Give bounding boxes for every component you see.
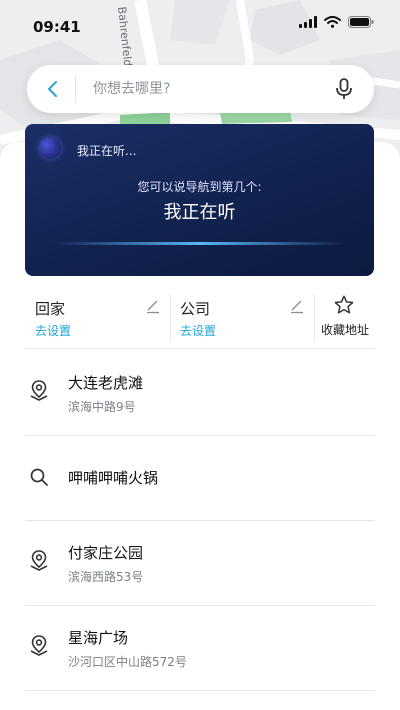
microphone-icon[interactable]	[332, 77, 356, 101]
place-name: 付家庄公园	[68, 544, 144, 562]
shortcut-work-action[interactable]: 去设置	[180, 322, 216, 339]
location-pin-icon	[30, 550, 48, 571]
voice-status: 我正在听...	[77, 144, 137, 158]
status-icons	[299, 16, 374, 28]
status-time: 09:41	[33, 18, 81, 36]
voice-main-text: 我正在听	[163, 202, 236, 223]
shortcuts-row: 回家 去设置 公司 去设置 收藏地址	[25, 286, 375, 349]
place-name: 星海广场	[68, 629, 129, 647]
edit-icon[interactable]	[145, 298, 161, 314]
shortcut-home[interactable]: 回家 去设置	[25, 286, 170, 348]
place-name: 呷哺呷哺火锅	[68, 469, 159, 487]
edit-icon[interactable]	[289, 298, 305, 314]
shortcut-work-title: 公司	[180, 300, 211, 318]
list-item[interactable]: 星海广场 沙河口区中山路572号	[25, 605, 375, 691]
voice-waveform	[55, 242, 345, 245]
location-pin-icon	[30, 380, 48, 401]
voice-hint: 您可以说导航到第几个:	[137, 180, 262, 194]
favorites-label: 收藏地址	[320, 323, 369, 337]
star-icon	[334, 295, 354, 314]
location-pin-icon	[30, 635, 48, 656]
list-item[interactable]: 付家庄公园 滨海西路53号	[25, 520, 375, 606]
signal-icon	[299, 16, 317, 28]
search-divider	[75, 75, 76, 103]
shortcut-home-title: 回家	[35, 300, 66, 318]
status-bar: 09:41	[0, 0, 400, 52]
search-bar	[27, 65, 374, 113]
place-name: 大连老虎滩	[68, 374, 144, 392]
search-input[interactable]	[93, 77, 323, 101]
favorites-button[interactable]: 收藏地址	[315, 286, 375, 348]
voice-assistant-panel: 我正在听... 您可以说导航到第几个: 我正在听	[25, 124, 374, 276]
battery-icon	[348, 16, 374, 28]
list-item[interactable]: 大连老虎滩 滨海中路9号	[25, 350, 375, 436]
place-address: 滨海中路9号	[68, 400, 136, 414]
search-icon	[30, 468, 48, 486]
back-arrow-icon[interactable]	[41, 77, 65, 101]
shortcut-work[interactable]: 公司 去设置	[170, 286, 314, 348]
voice-orb-icon	[39, 137, 61, 159]
shortcut-home-action[interactable]: 去设置	[35, 322, 71, 339]
list-item[interactable]: 呷哺呷哺火锅	[25, 435, 375, 521]
place-address: 沙河口区中山路572号	[68, 655, 187, 669]
wifi-icon	[324, 16, 341, 28]
place-address: 滨海西路53号	[68, 570, 144, 584]
